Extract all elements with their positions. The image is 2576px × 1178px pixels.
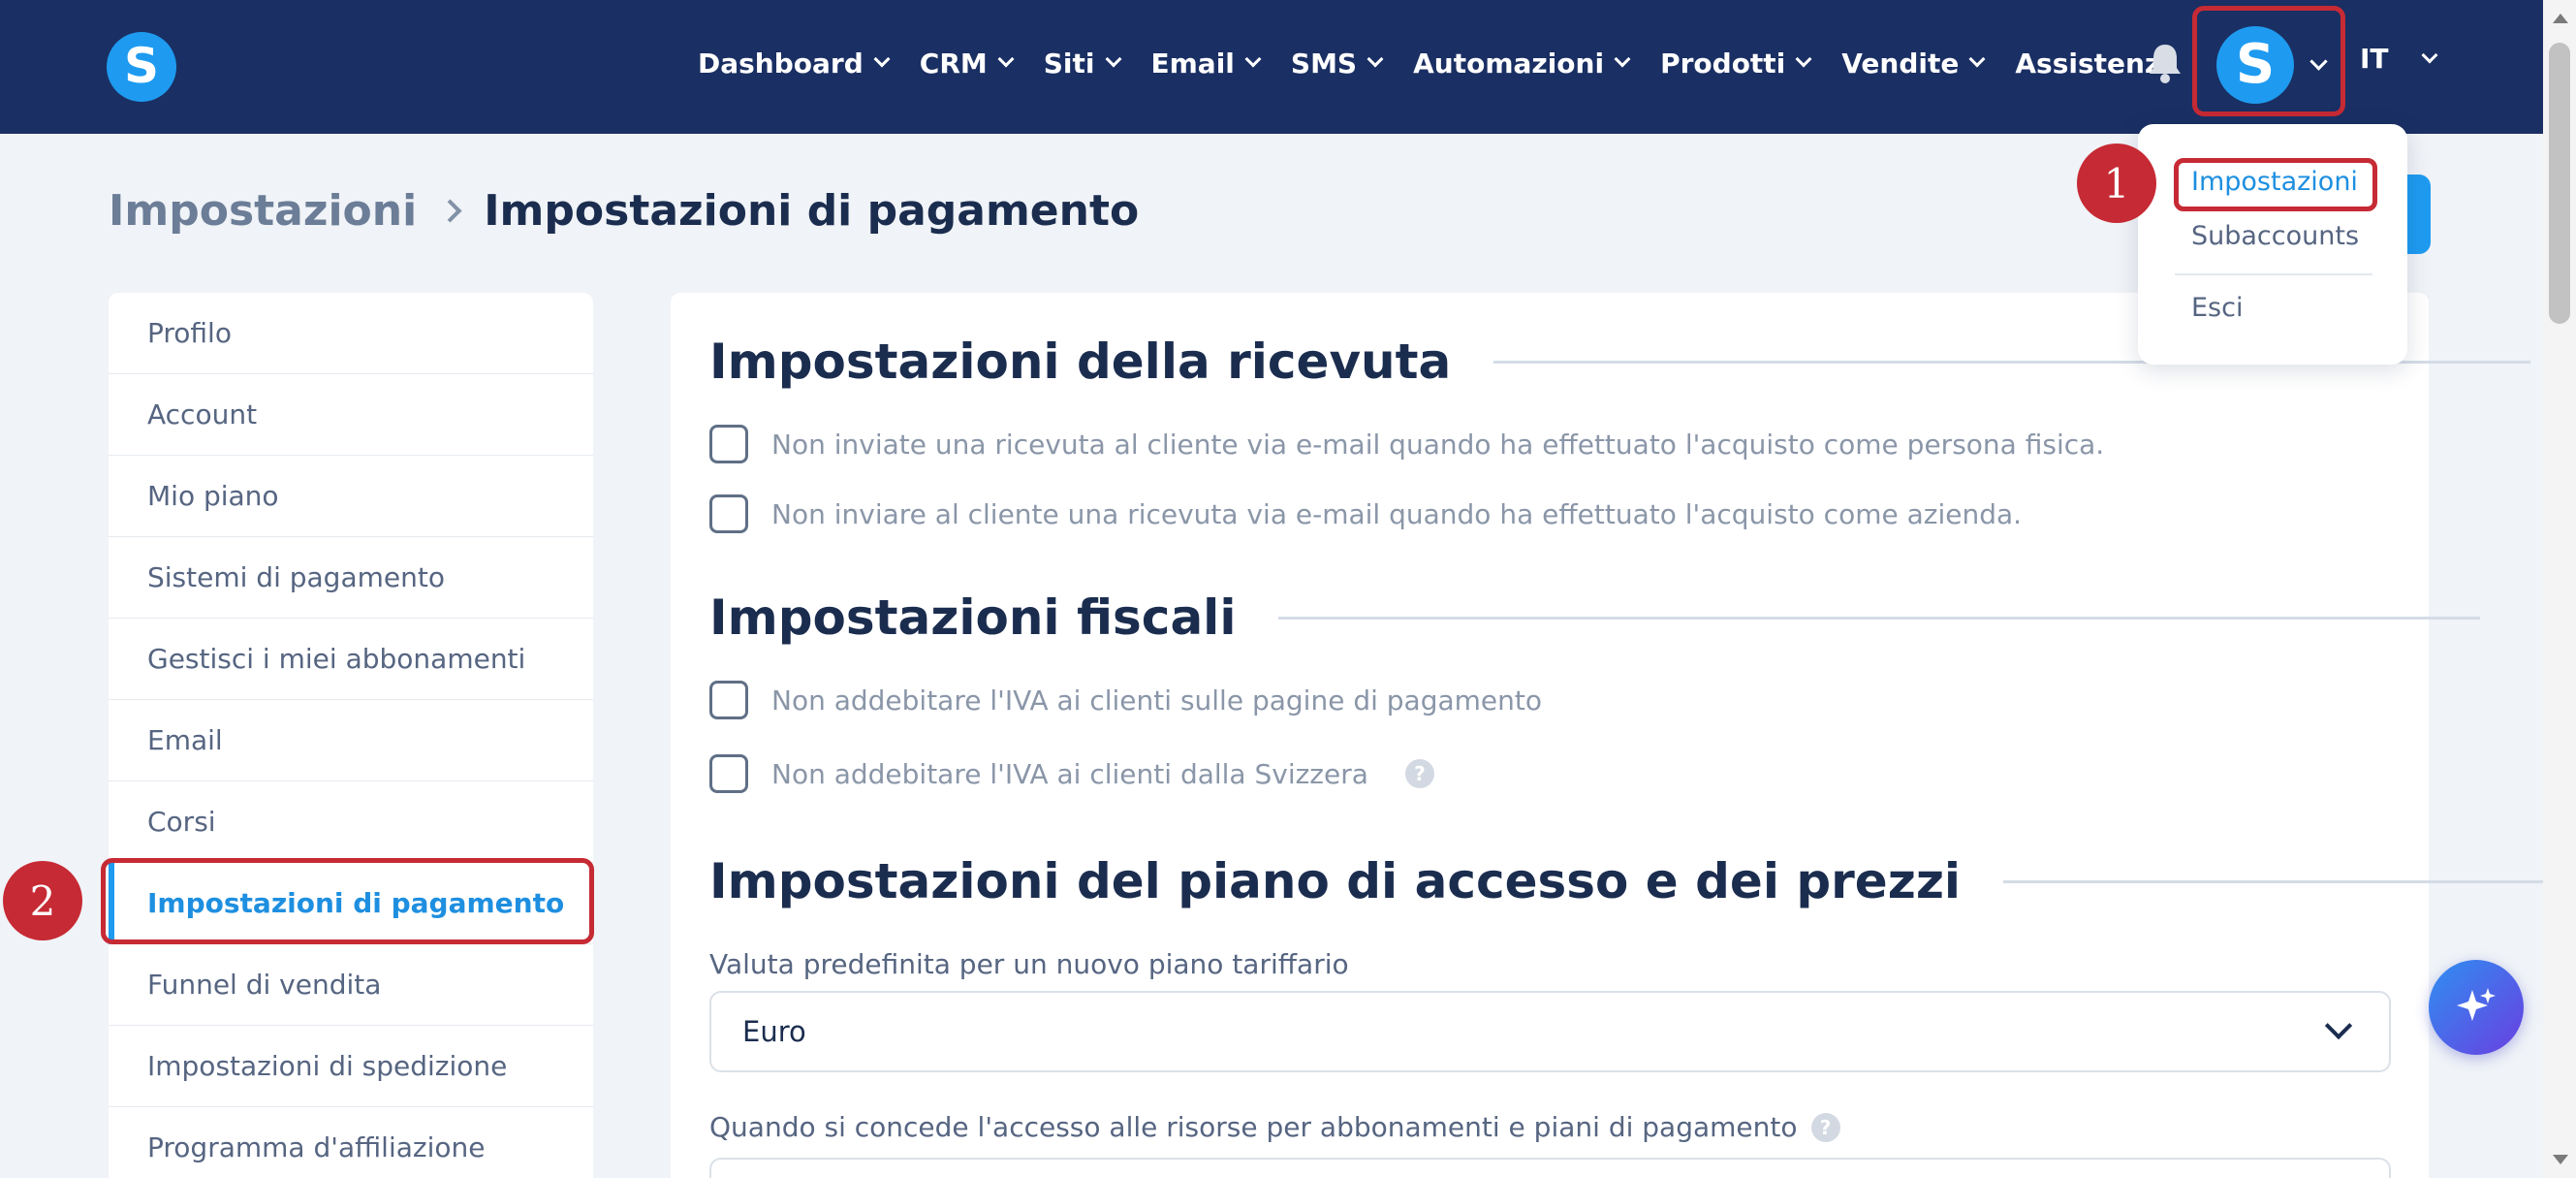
help-icon[interactable]: ? xyxy=(1810,1112,1840,1142)
sidebar-item-email[interactable]: Email xyxy=(109,700,593,781)
section-title: Impostazioni fiscali xyxy=(709,589,1237,646)
access-label-text: Quando si concede l'accesso alle risorse… xyxy=(709,1111,1798,1143)
sidebar-item-funnel-di-vendita[interactable]: Funnel di vendita xyxy=(109,944,593,1026)
currency-select[interactable]: Euro xyxy=(709,991,2391,1072)
checkbox-label: Non inviare al cliente una ricevuta via … xyxy=(771,497,2023,530)
nav-label: Automazioni xyxy=(1413,47,1605,80)
scrollbar-thumb[interactable] xyxy=(2549,43,2570,324)
language-label: IT xyxy=(2360,43,2389,75)
section-tax: Impostazioni fiscali xyxy=(709,589,2481,646)
ai-assistant-button[interactable] xyxy=(2429,960,2524,1055)
nav-label: Vendite xyxy=(1841,47,1960,80)
sidebar-item-affiliazione[interactable]: Programma d'affiliazione xyxy=(109,1107,593,1178)
checkbox-label: Non addebitare l'IVA ai clienti sulle pa… xyxy=(771,684,1542,716)
nav-sms[interactable]: SMS xyxy=(1290,47,1384,80)
nav-label: Prodotti xyxy=(1660,47,1786,80)
chevron-down-icon xyxy=(2421,47,2438,63)
checkbox[interactable] xyxy=(709,681,748,719)
main-nav: Dashboard CRM Siti Email SMS Automazioni… xyxy=(698,0,2179,126)
app-logo[interactable]: S xyxy=(107,32,176,102)
annotation-badge-2: 2 xyxy=(3,861,82,940)
sidebar-item-account[interactable]: Account xyxy=(109,374,593,456)
section-divider xyxy=(1278,616,2481,620)
section-pricing: Impostazioni del piano di accesso e dei … xyxy=(709,853,2576,909)
nav-siti[interactable]: Siti xyxy=(1043,47,1121,80)
breadcrumb-root[interactable]: Impostazioni xyxy=(109,186,417,236)
chevron-down-icon xyxy=(1105,50,1121,68)
sidebar-item-abbonamenti[interactable]: Gestisci i miei abbonamenti xyxy=(109,619,593,700)
chevron-down-icon xyxy=(1795,50,1812,68)
section-divider xyxy=(2003,879,2576,883)
sidebar-item-sistemi-di-pagamento[interactable]: Sistemi di pagamento xyxy=(109,537,593,619)
tax-option-payment-pages: Non addebitare l'IVA ai clienti sulle pa… xyxy=(709,681,1542,719)
sidebar-item-mio-piano[interactable]: Mio piano xyxy=(109,456,593,537)
help-icon[interactable]: ? xyxy=(1404,759,1434,788)
breadcrumb: Impostazioni Impostazioni di pagamento xyxy=(109,186,1139,236)
chevron-down-icon xyxy=(873,50,891,68)
annotation-highlight-menu-item xyxy=(2174,158,2377,211)
checkbox-label: Non inviate una ricevuta al cliente via … xyxy=(771,428,2105,461)
nav-label: Siti xyxy=(1043,47,1095,80)
nav-label: SMS xyxy=(1290,47,1358,80)
chevron-down-icon xyxy=(2324,1011,2353,1040)
settings-sidebar: Profilo Account Mio piano Sistemi di pag… xyxy=(109,293,593,1178)
nav-dashboard[interactable]: Dashboard xyxy=(698,47,891,80)
logo-letter: S xyxy=(123,38,159,94)
page-title: Impostazioni di pagamento xyxy=(484,186,1140,236)
nav-vendite[interactable]: Vendite xyxy=(1841,47,1986,80)
checkbox-label: Non addebitare l'IVA ai clienti dalla Sv… xyxy=(771,757,1368,790)
nav-label: Dashboard xyxy=(698,47,864,80)
chevron-down-icon xyxy=(1367,50,1384,68)
chevron-down-icon xyxy=(1244,50,1262,68)
chevron-down-icon xyxy=(997,50,1015,68)
menu-divider xyxy=(2175,273,2372,275)
page-scrollbar[interactable] xyxy=(2543,0,2576,1178)
top-navigation-bar: S Dashboard CRM Siti Email SMS Automazio… xyxy=(0,0,2576,134)
sidebar-item-spedizione[interactable]: Impostazioni di spedizione xyxy=(109,1026,593,1107)
section-title: Impostazioni della ricevuta xyxy=(709,334,1452,390)
payment-settings-panel: Impostazioni della ricevuta Non inviate … xyxy=(671,293,2576,1178)
nav-label: Email xyxy=(1150,47,1235,80)
scroll-up-arrow-icon[interactable] xyxy=(2553,14,2568,23)
annotation-highlight-avatar xyxy=(2192,6,2345,116)
menu-item-esci[interactable]: Esci xyxy=(2191,293,2243,323)
chevron-right-icon xyxy=(438,199,462,223)
access-select[interactable] xyxy=(709,1158,2391,1178)
annotation-highlight-sidebar xyxy=(101,858,594,944)
currency-label: Valuta predefinita per un nuovo piano ta… xyxy=(709,948,1349,980)
section-title: Impostazioni del piano di accesso e dei … xyxy=(709,853,1962,909)
chevron-down-icon xyxy=(1968,50,1986,68)
bell-icon[interactable] xyxy=(2146,41,2184,85)
nav-automazioni[interactable]: Automazioni xyxy=(1413,47,1631,80)
chevron-down-icon xyxy=(1614,50,1631,68)
receipt-option-private: Non inviate una ricevuta al cliente via … xyxy=(709,425,2104,463)
nav-prodotti[interactable]: Prodotti xyxy=(1660,47,1812,80)
checkbox[interactable] xyxy=(709,425,748,463)
language-selector[interactable]: IT xyxy=(2360,43,2438,75)
sidebar-item-corsi[interactable]: Corsi xyxy=(109,781,593,863)
sparkle-icon xyxy=(2457,988,2496,1021)
tax-option-switzerland: Non addebitare l'IVA ai clienti dalla Sv… xyxy=(709,754,1434,793)
scroll-down-arrow-icon[interactable] xyxy=(2553,1155,2568,1164)
currency-value: Euro xyxy=(742,1015,806,1048)
access-label: Quando si concede l'accesso alle risorse… xyxy=(709,1111,1840,1143)
sidebar-item-profilo[interactable]: Profilo xyxy=(109,293,593,374)
checkbox[interactable] xyxy=(709,754,748,793)
nav-email[interactable]: Email xyxy=(1150,47,1262,80)
menu-item-subaccounts[interactable]: Subaccounts xyxy=(2191,221,2359,251)
nav-label: CRM xyxy=(919,47,988,80)
nav-crm[interactable]: CRM xyxy=(919,47,1015,80)
annotation-badge-1: 1 xyxy=(2077,143,2156,223)
receipt-option-company: Non inviare al cliente una ricevuta via … xyxy=(709,494,2022,533)
checkbox[interactable] xyxy=(709,494,748,533)
